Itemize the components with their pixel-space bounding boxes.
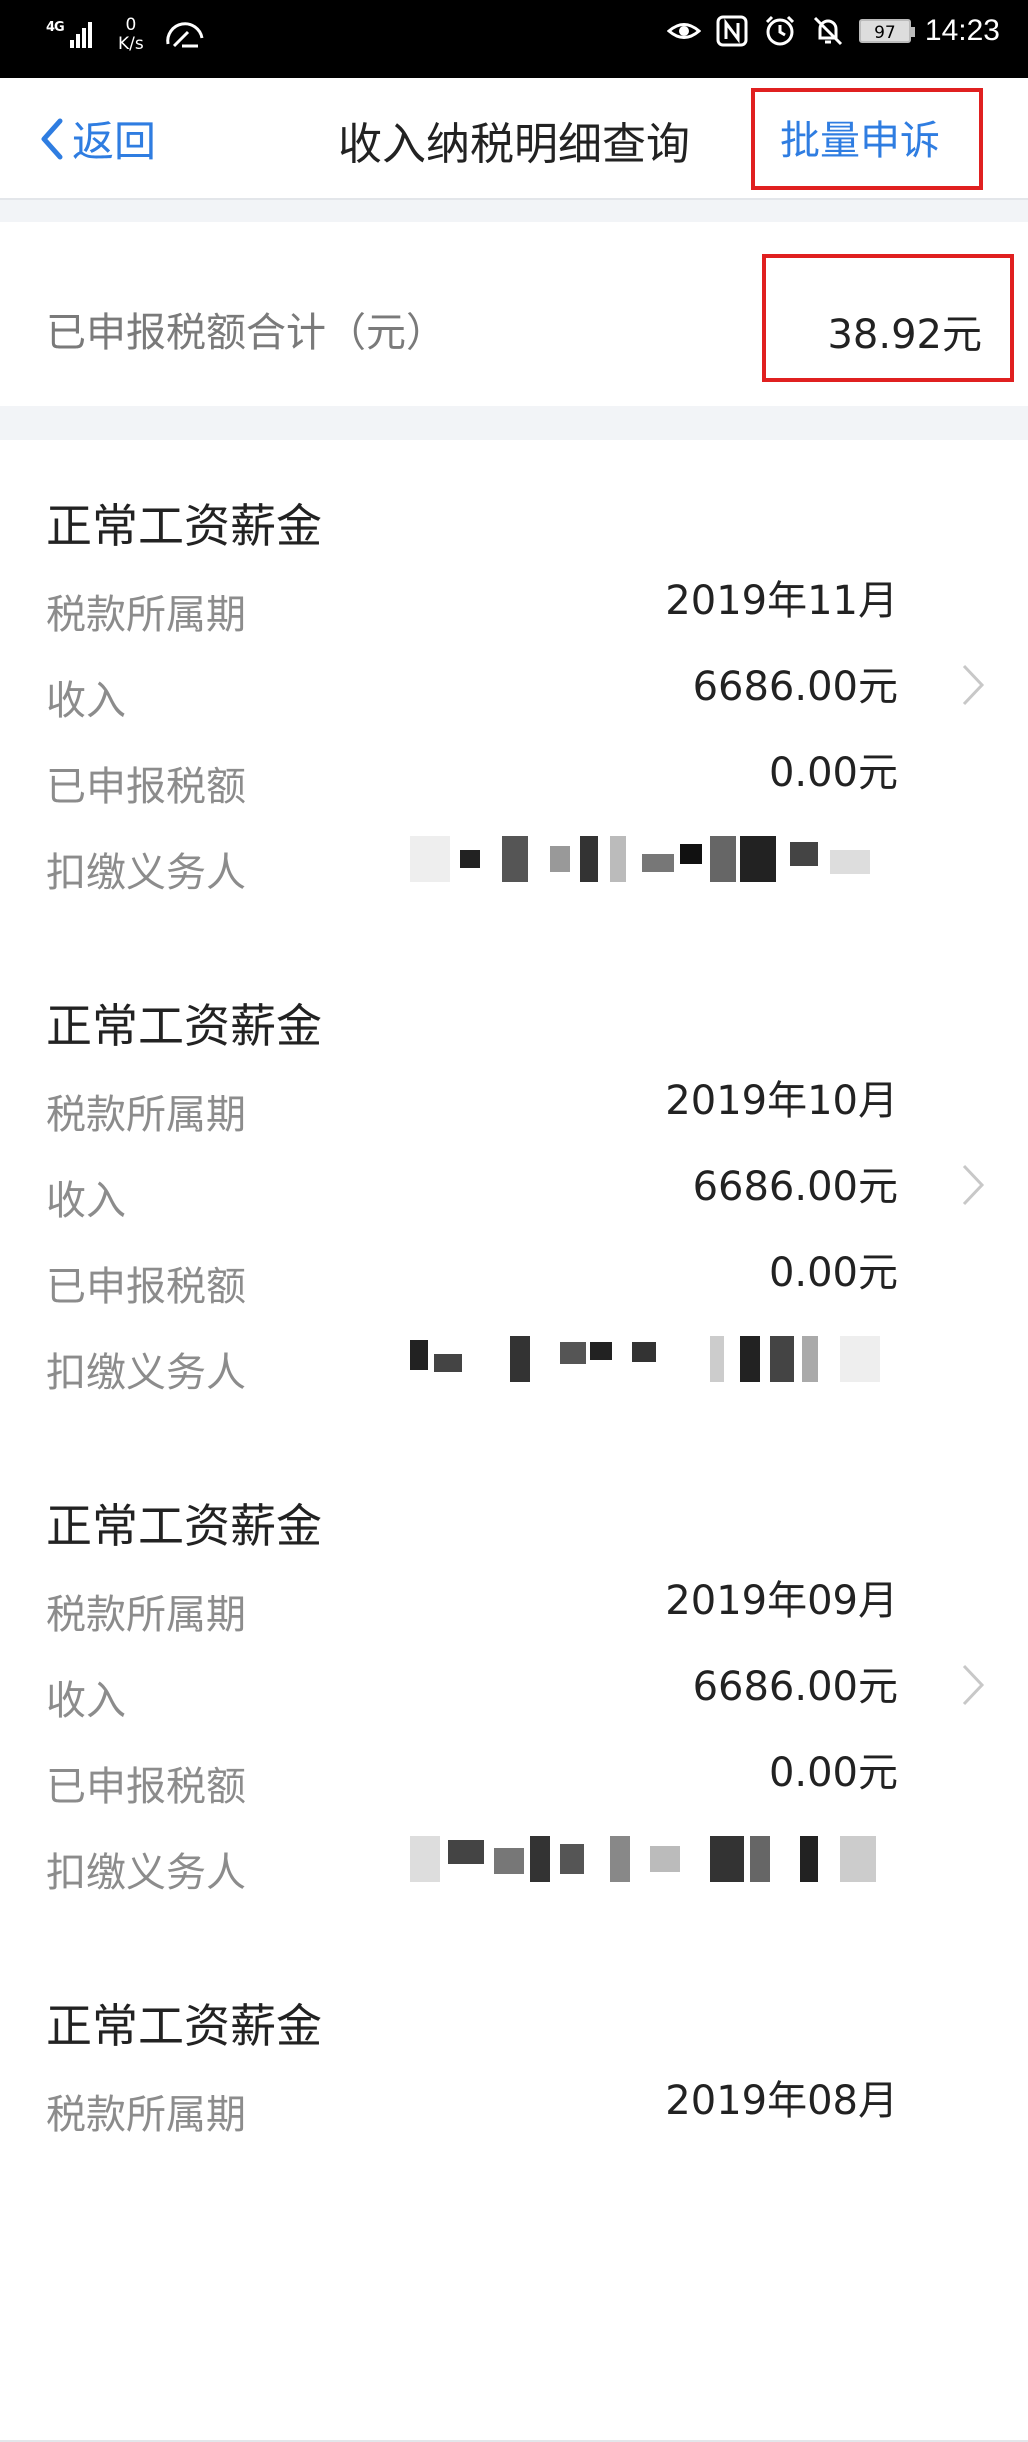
withholder-value-pixelated: [410, 1836, 910, 1882]
tax-value: 0.00元: [768, 1750, 898, 1796]
speed-value: 0: [125, 15, 137, 35]
income-record[interactable]: 正常工资薪金 税款所属期 2019年10月 收入 6686.00元 已申报税额 …: [0, 940, 1028, 1442]
chevron-right-icon: [962, 664, 985, 706]
status-bar: 4G 0 K/s 97 14:23: [0, 0, 1028, 78]
withholder-label: 扣缴义务人: [46, 1850, 246, 1896]
income-record[interactable]: 正常工资薪金 税款所属期 2019年11月 收入 6686.00元 已申报税额 …: [0, 440, 1028, 942]
income-label: 收入: [46, 678, 126, 724]
record-title: 正常工资薪金: [46, 1999, 322, 2053]
status-left: 4G 0 K/s: [42, 10, 206, 54]
eye-icon: [666, 23, 701, 39]
status-right: 97 14:23: [666, 14, 1000, 48]
period-label: 税款所属期: [46, 2092, 246, 2138]
withholder-label: 扣缴义务人: [46, 1350, 246, 1396]
period-value: 2019年09月: [665, 1578, 898, 1624]
clock: 14:23: [924, 14, 1000, 47]
withholder-label: 扣缴义务人: [46, 850, 246, 896]
back-button[interactable]: 返回: [36, 108, 156, 169]
speedometer-icon: [165, 22, 204, 48]
chevron-right-icon: [962, 1664, 985, 1706]
mute-bell-icon: [813, 16, 842, 46]
period-label: 税款所属期: [46, 592, 246, 638]
network-type: 4G: [46, 20, 65, 35]
period-label: 税款所属期: [46, 1592, 246, 1638]
tax-label: 已申报税额: [46, 764, 246, 810]
summary-label: 已申报税额合计（元）: [46, 310, 446, 356]
income-value: 6686.00元: [692, 1664, 898, 1710]
highlight-box-batch-appeal: [751, 88, 983, 190]
tax-value: 0.00元: [768, 750, 898, 796]
chevron-right-icon: [962, 1164, 985, 1206]
speed-unit: K/s: [118, 34, 144, 54]
tax-value: 0.00元: [768, 1250, 898, 1296]
battery-icon: 97: [858, 19, 915, 43]
signal-bars-icon: [70, 18, 92, 48]
back-label: 返回: [72, 117, 157, 166]
record-title: 正常工资薪金: [46, 999, 322, 1053]
chevron-left-icon: [41, 118, 63, 159]
income-record[interactable]: 正常工资薪金 税款所属期 2019年09月 收入 6686.00元 已申报税额 …: [0, 1440, 1028, 1942]
nfc-icon: [716, 15, 748, 47]
highlight-box-total: [762, 254, 1014, 382]
income-value: 6686.00元: [692, 1164, 898, 1210]
income-label: 收入: [46, 1178, 126, 1224]
network-speed: 0 K/s: [118, 16, 144, 54]
income-label: 收入: [46, 1678, 126, 1724]
withholder-value-pixelated: [410, 836, 910, 882]
record-title: 正常工资薪金: [46, 1499, 322, 1553]
tax-label: 已申报税额: [46, 1764, 246, 1810]
signal-indicator: 4G: [42, 10, 98, 54]
income-value: 6686.00元: [692, 664, 898, 710]
period-value: 2019年08月: [665, 2078, 898, 2124]
alarm-icon: [765, 15, 794, 46]
period-value: 2019年10月: [665, 1078, 898, 1124]
income-record[interactable]: 正常工资薪金 税款所属期 2019年08月: [0, 1940, 1028, 2442]
withholder-value-pixelated: [410, 1336, 910, 1382]
period-value: 2019年11月: [665, 578, 898, 624]
period-label: 税款所属期: [46, 1092, 246, 1138]
tax-label: 已申报税额: [46, 1264, 246, 1310]
record-title: 正常工资薪金: [46, 499, 322, 553]
